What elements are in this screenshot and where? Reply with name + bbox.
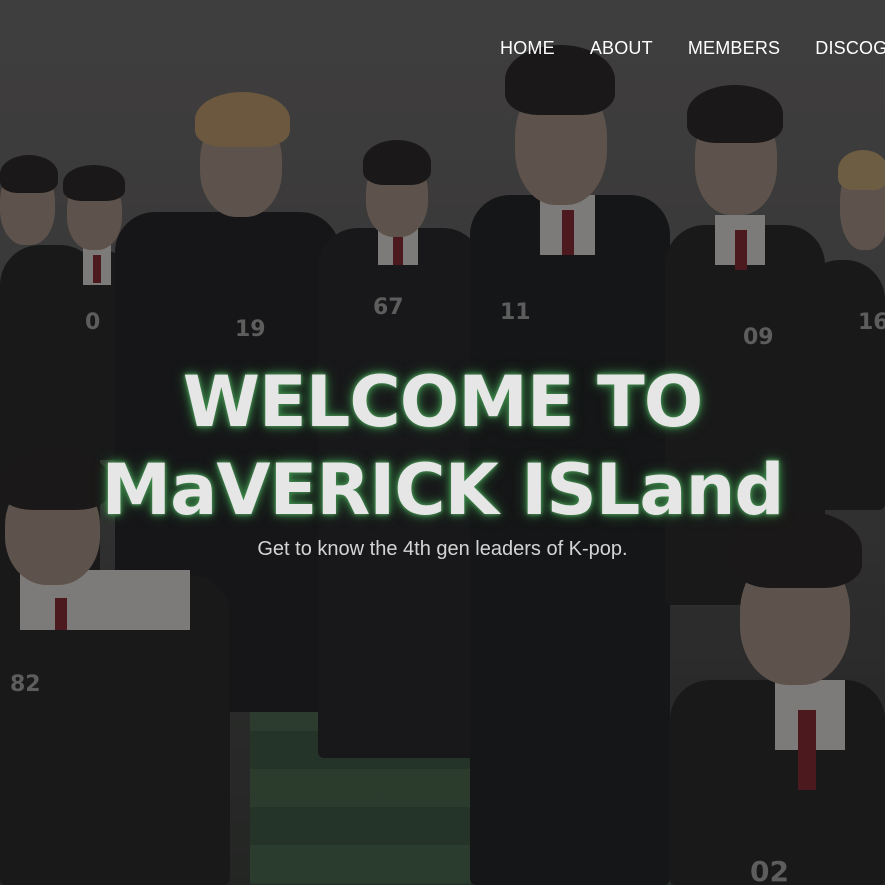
headline-line-2: MaVERICK ISLand bbox=[101, 449, 784, 531]
nav-link-home[interactable]: HOME bbox=[500, 38, 555, 59]
hero-headline: WELCOME TO MaVERICK ISLand bbox=[0, 358, 885, 534]
main-nav: HOME ABOUT MEMBERS DISCOG bbox=[500, 38, 885, 59]
nav-link-about[interactable]: ABOUT bbox=[590, 38, 653, 59]
headline-line-1: WELCOME TO bbox=[182, 361, 704, 443]
hero-tagline: Get to know the 4th gen leaders of K-pop… bbox=[257, 538, 628, 560]
nav-link-members[interactable]: MEMBERS bbox=[688, 38, 780, 59]
hero-section: 0 19 67 11 09 16 82 02 HOME ABOUT MEMBER… bbox=[0, 0, 885, 885]
nav-link-discography[interactable]: DISCOG bbox=[815, 38, 885, 59]
